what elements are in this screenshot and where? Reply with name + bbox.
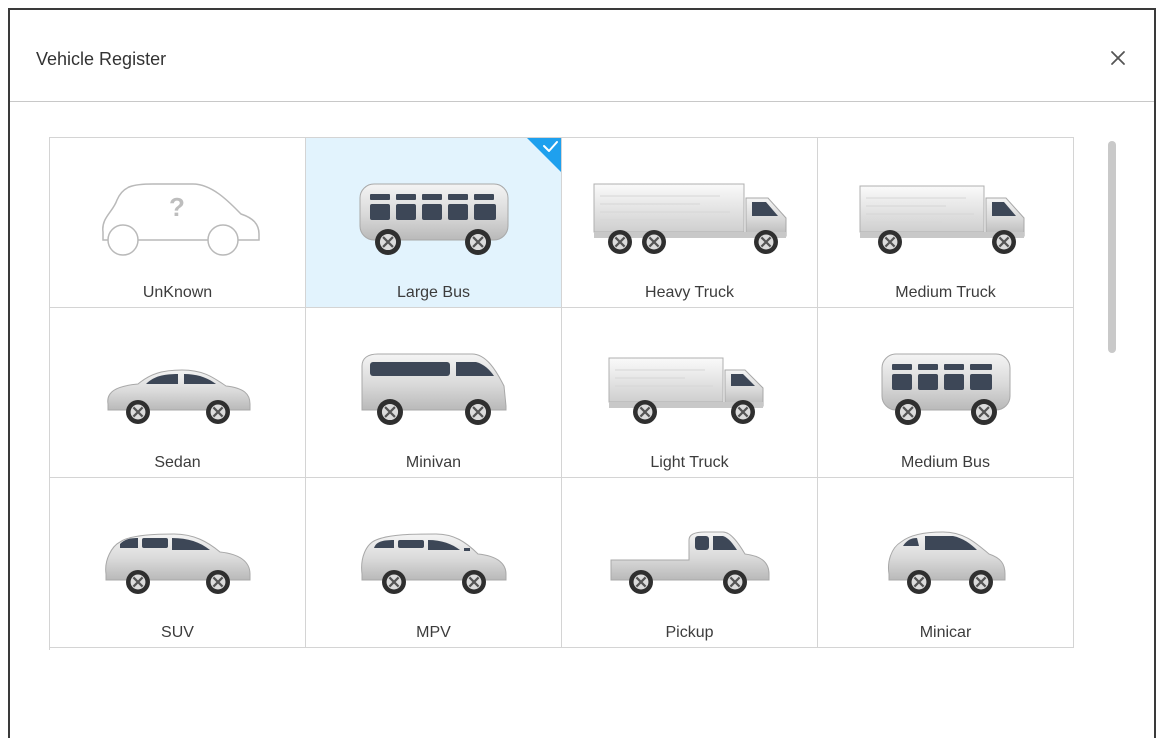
pickup-icon bbox=[562, 514, 817, 604]
vehicle-option-suv[interactable]: SUV bbox=[50, 478, 306, 648]
vehicle-label: Pickup bbox=[665, 624, 714, 641]
vehicle-label: Medium Bus bbox=[901, 454, 990, 471]
vehicle-option-pickup[interactable]: Pickup bbox=[562, 478, 818, 648]
vehicle-option-unknown[interactable]: ? UnKnown bbox=[50, 138, 306, 308]
vehicle-type-grid: ? UnKnown Large Bus Heavy Truck Medium T… bbox=[49, 137, 1074, 650]
vehicle-label: Light Truck bbox=[650, 454, 729, 471]
vehicle-option-large-bus[interactable]: Large Bus bbox=[306, 138, 562, 308]
large-bus-icon bbox=[306, 174, 561, 264]
vehicle-option-medium-truck[interactable]: Medium Truck bbox=[818, 138, 1074, 308]
checkmark-icon bbox=[527, 138, 561, 172]
minivan-icon bbox=[306, 344, 561, 434]
vehicle-label: UnKnown bbox=[142, 284, 213, 301]
sedan-icon bbox=[50, 344, 305, 434]
close-icon[interactable] bbox=[1106, 46, 1130, 70]
vehicle-option-medium-bus[interactable]: Medium Bus bbox=[818, 308, 1074, 478]
vehicle-label: Minivan bbox=[405, 454, 462, 471]
medium-truck-icon bbox=[818, 174, 1073, 264]
vehicle-option-heavy-truck[interactable]: Heavy Truck bbox=[562, 138, 818, 308]
heavy-truck-icon bbox=[562, 174, 817, 264]
vehicle-label: Large Bus bbox=[397, 284, 470, 301]
minicar-icon bbox=[818, 514, 1073, 604]
vehicle-label: Sedan bbox=[154, 454, 201, 471]
vehicle-label: Medium Truck bbox=[895, 284, 996, 301]
dialog-header: Vehicle Register bbox=[10, 10, 1154, 102]
vehicle-option-minivan[interactable]: Minivan bbox=[306, 308, 562, 478]
medium-bus-icon bbox=[818, 344, 1073, 434]
vertical-scrollbar[interactable] bbox=[1108, 141, 1116, 353]
vehicle-label: Minicar bbox=[919, 624, 972, 641]
vehicle-label: Heavy Truck bbox=[645, 284, 734, 301]
vehicle-option-light-truck[interactable]: Light Truck bbox=[562, 308, 818, 478]
dialog-title: Vehicle Register bbox=[36, 49, 167, 69]
unknown-vehicle-icon: ? bbox=[50, 174, 305, 264]
light-truck-icon bbox=[562, 344, 817, 434]
vehicle-option-minicar[interactable]: Minicar bbox=[818, 478, 1074, 648]
vehicle-option-mpv[interactable]: MPV bbox=[306, 478, 562, 648]
mpv-icon bbox=[306, 514, 561, 604]
svg-text:?: ? bbox=[169, 192, 185, 222]
suv-icon bbox=[50, 514, 305, 604]
vehicle-option-sedan[interactable]: Sedan bbox=[50, 308, 306, 478]
vehicle-label: MPV bbox=[416, 624, 451, 641]
vehicle-label: SUV bbox=[161, 624, 194, 641]
vehicle-register-dialog: Vehicle Register ? UnKnown Large Bus Hea… bbox=[8, 8, 1156, 738]
